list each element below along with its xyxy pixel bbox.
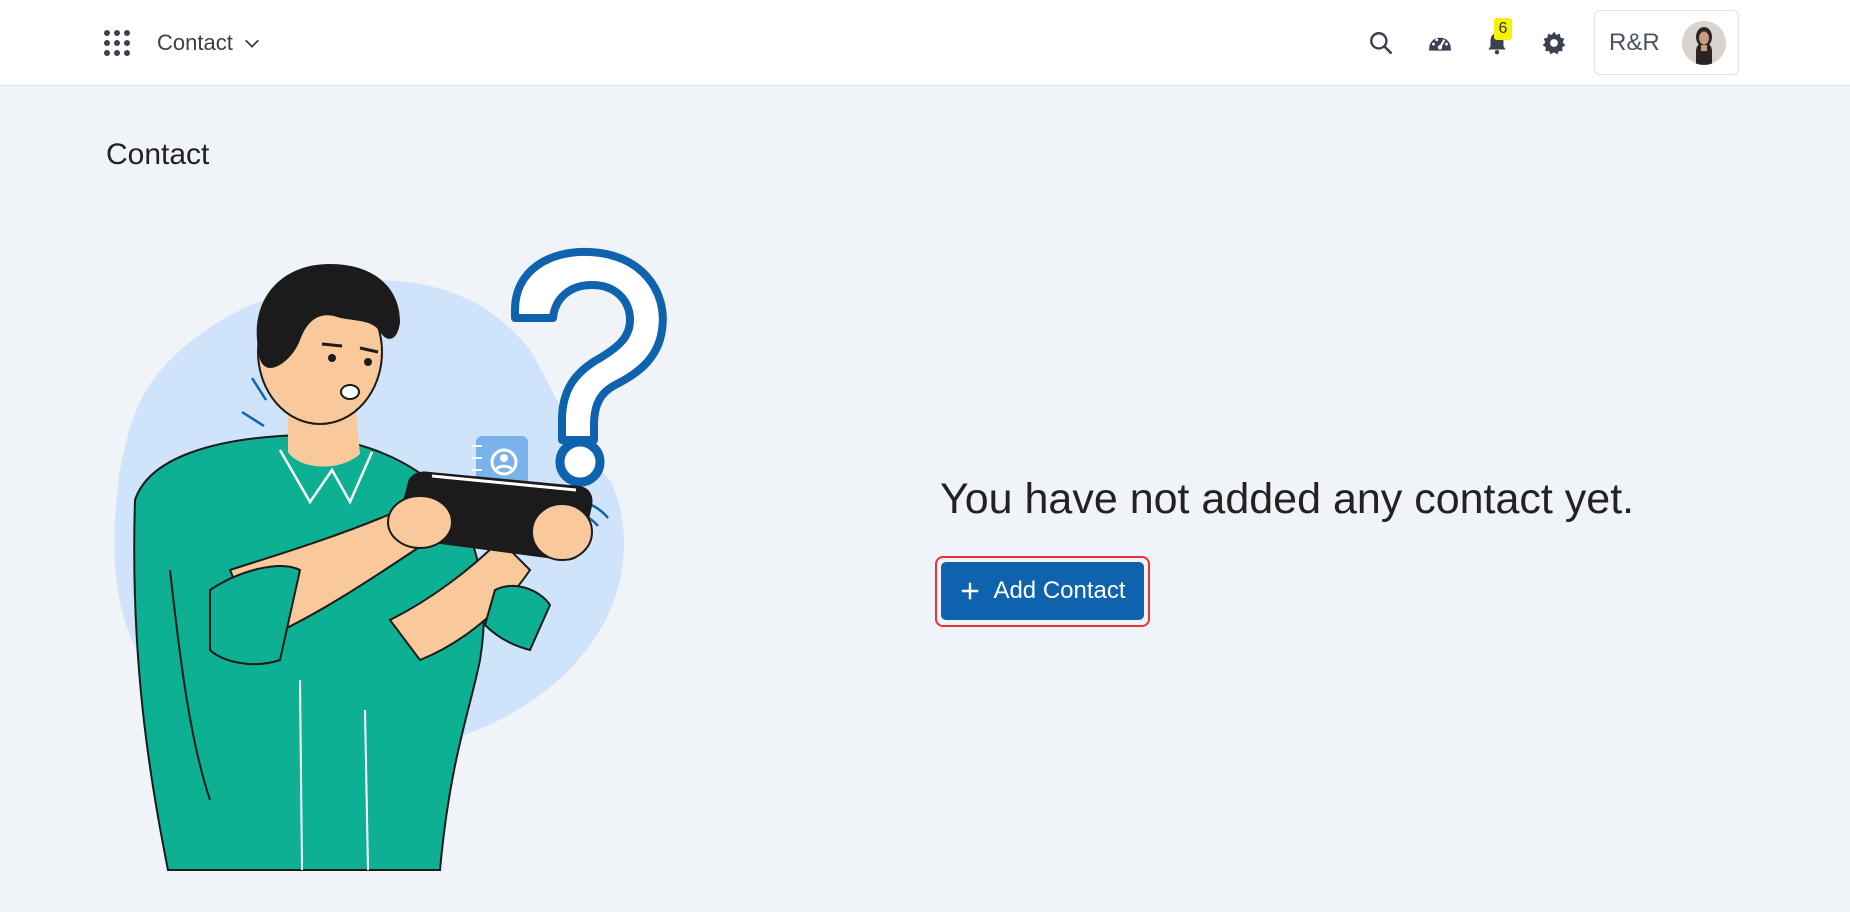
top-navigation-bar: Contact 6 R&R bbox=[0, 0, 1850, 86]
gear-icon[interactable] bbox=[1538, 27, 1570, 59]
confused-person-illustration bbox=[114, 247, 667, 871]
page-title: Contact bbox=[106, 138, 210, 171]
add-contact-label: Add Contact bbox=[993, 577, 1126, 604]
module-label: Contact bbox=[157, 30, 233, 55]
speedometer-icon[interactable] bbox=[1424, 27, 1456, 59]
search-icon[interactable] bbox=[1365, 27, 1397, 59]
notification-count-badge: 6 bbox=[1494, 18, 1512, 40]
add-contact-button[interactable]: Add Contact bbox=[941, 562, 1144, 620]
module-switcher[interactable]: Contact bbox=[157, 28, 261, 58]
account-menu-button[interactable]: R&R bbox=[1594, 10, 1739, 75]
chevron-down-icon bbox=[244, 39, 259, 48]
account-label: R&R bbox=[1609, 28, 1660, 56]
plus-icon bbox=[962, 582, 979, 600]
avatar bbox=[1682, 21, 1726, 65]
empty-state-message: You have not added any contact yet. bbox=[940, 475, 1635, 523]
apps-grid-icon[interactable] bbox=[104, 30, 130, 56]
